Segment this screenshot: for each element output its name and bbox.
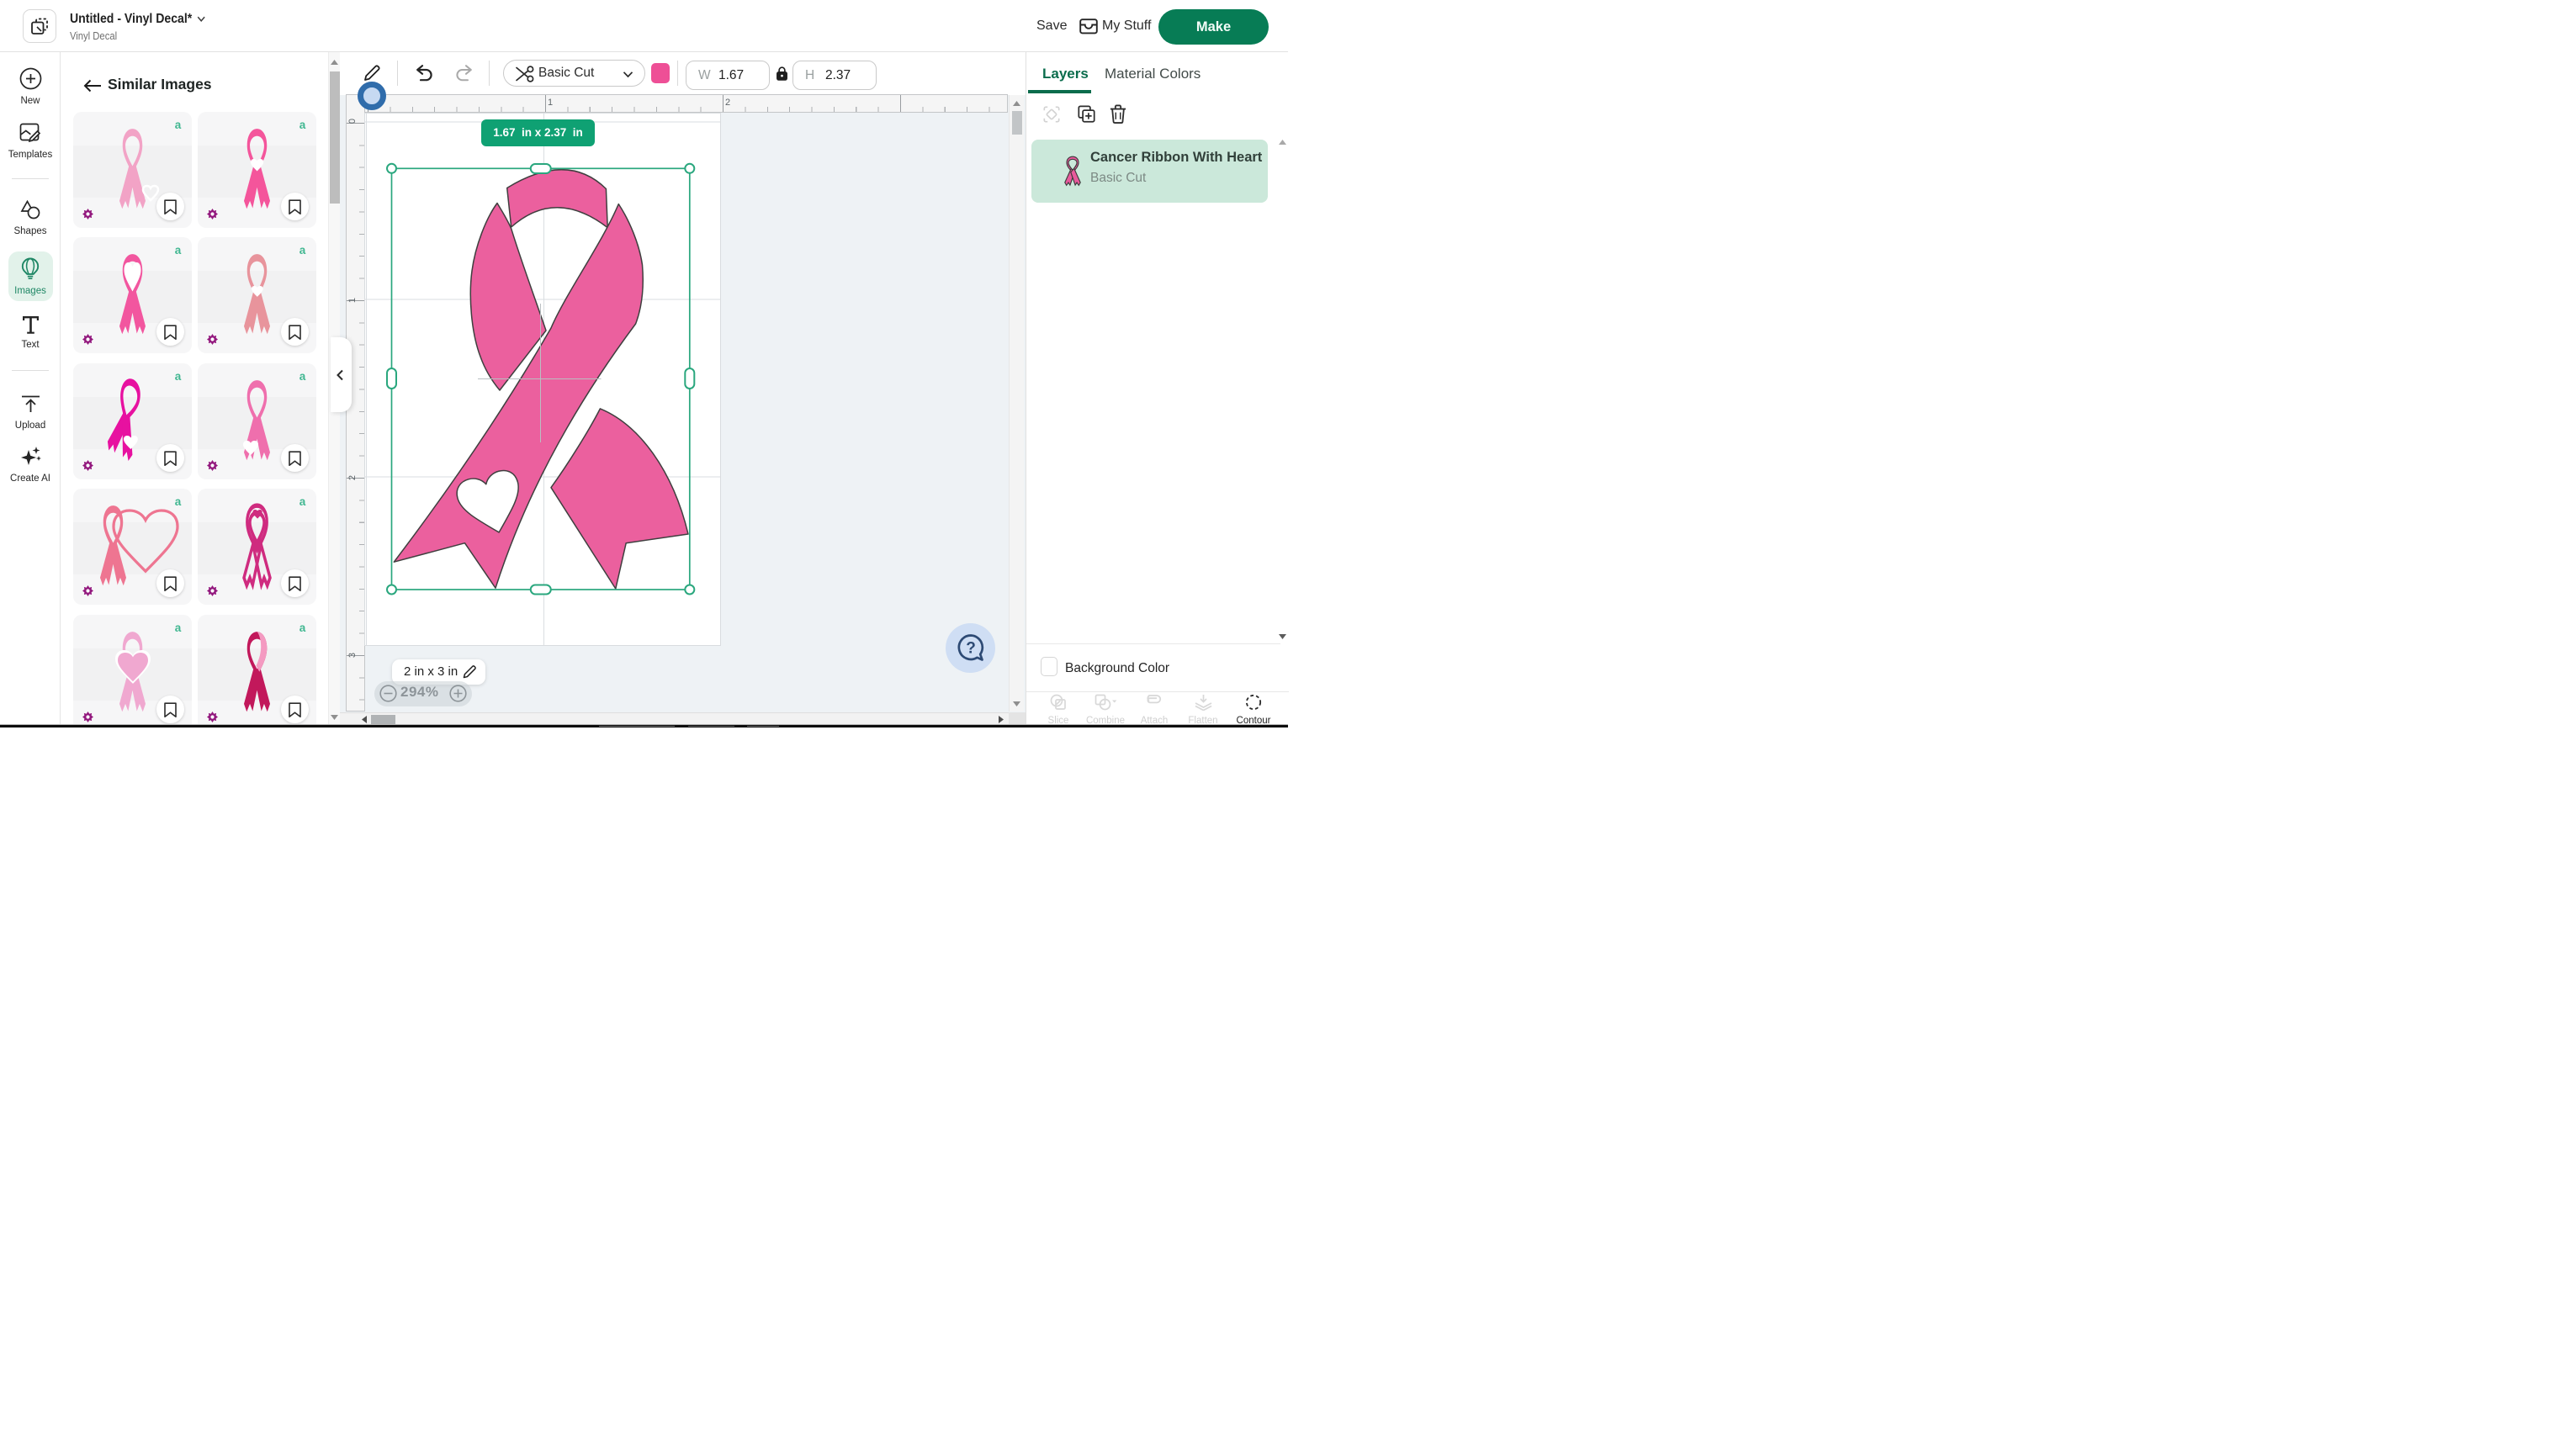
svg-text:?: ? [966,640,976,658]
